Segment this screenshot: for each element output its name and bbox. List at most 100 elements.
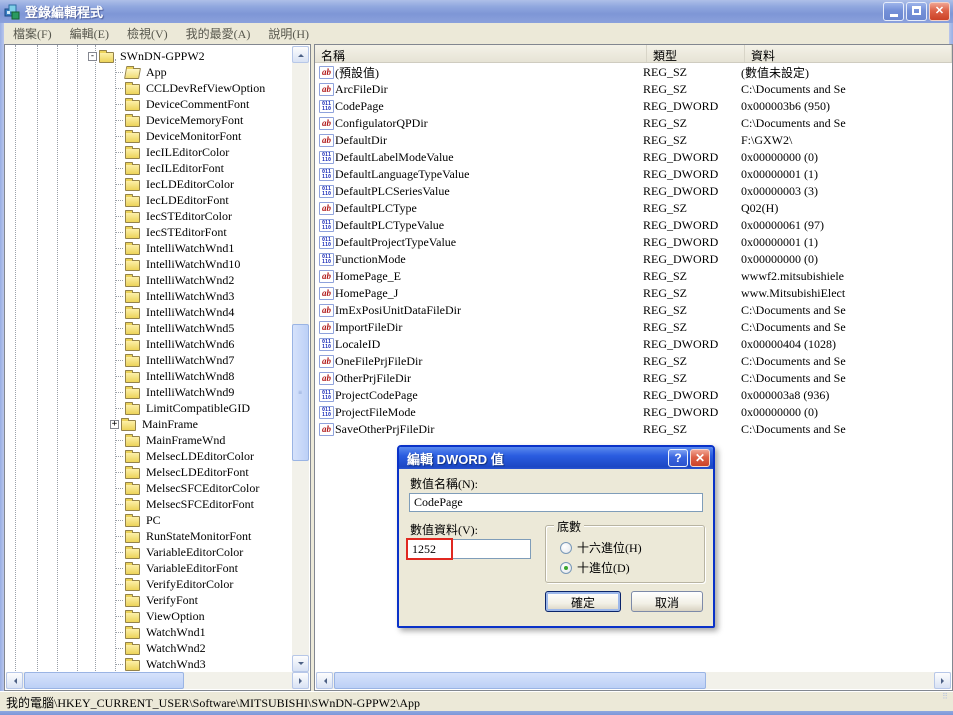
menu-item-1[interactable]: 檔案(F) [4, 23, 61, 44]
menu-item-3[interactable]: 檢視(V) [118, 23, 177, 44]
tree-item[interactable]: IntelliWatchWnd3 [5, 288, 292, 304]
registry-value-row[interactable]: abDefaultDirREG_SZF:\GXW2\ [315, 132, 952, 149]
hscroll-thumb[interactable] [24, 672, 184, 689]
menu-item-4[interactable]: 我的最愛(A) [177, 23, 260, 44]
registry-value-row[interactable]: 011110ProjectFileModeREG_DWORD0x00000000… [315, 404, 952, 421]
tree-item[interactable]: IecILEditorFont [5, 160, 292, 176]
collapse-icon[interactable]: - [88, 52, 97, 61]
tree-item[interactable]: VerifyEditorColor [5, 576, 292, 592]
registry-value-row[interactable]: ab(預設值)REG_SZ(數值未設定) [315, 64, 952, 81]
close-button[interactable]: ✕ [929, 2, 950, 21]
registry-value-row[interactable]: abHomePage_EREG_SZwwwf2.mitsubishiele [315, 268, 952, 285]
radio-decimal[interactable]: 十進位(D) [560, 559, 630, 576]
list-hscrollbar[interactable] [316, 672, 951, 689]
vscroll-thumb[interactable]: ≡ [292, 324, 309, 461]
scroll-left-button[interactable] [316, 672, 333, 689]
radio-selected-icon[interactable] [560, 562, 572, 574]
tree-item[interactable]: MelsecSFCEditorFont [5, 496, 292, 512]
tree-item[interactable]: IntelliWatchWnd4 [5, 304, 292, 320]
menu-item-5[interactable]: 說明(H) [259, 23, 318, 44]
tree-item[interactable]: IntelliWatchWnd7 [5, 352, 292, 368]
tree-item[interactable]: MelsecLDEditorFont [5, 464, 292, 480]
registry-value-row[interactable]: 011110FunctionModeREG_DWORD0x00000000 (0… [315, 251, 952, 268]
scroll-right-button[interactable] [934, 672, 951, 689]
minimize-button[interactable] [883, 2, 904, 21]
tree-item[interactable]: CCLDevRefViewOption [5, 80, 292, 96]
tree-item[interactable]: IecILEditorColor [5, 144, 292, 160]
tree-item[interactable]: +MainFrame [5, 416, 292, 432]
tree-item[interactable]: MainFrameWnd [5, 432, 292, 448]
tree-item[interactable]: VerifyFont [5, 592, 292, 608]
tree-item[interactable]: WatchWnd3 [5, 656, 292, 672]
menu-item-2[interactable]: 編輯(E) [61, 23, 118, 44]
tree-item[interactable]: IecLDEditorFont [5, 192, 292, 208]
scroll-down-button[interactable] [292, 655, 309, 672]
ok-button[interactable]: 確定 [545, 591, 621, 612]
value-data: 0x00000404 (1028) [741, 337, 952, 352]
tree-item[interactable]: LimitCompatibleGID [5, 400, 292, 416]
tree-item[interactable]: MelsecLDEditorColor [5, 448, 292, 464]
registry-value-row[interactable]: 011110DefaultLanguageTypeValueREG_DWORD0… [315, 166, 952, 183]
tree-item[interactable]: DeviceMemoryFont [5, 112, 292, 128]
registry-value-row[interactable]: abImExPosiUnitDataFileDirREG_SZC:\Docume… [315, 302, 952, 319]
registry-value-row[interactable]: 011110DefaultPLCSeriesValueREG_DWORD0x00… [315, 183, 952, 200]
registry-value-row[interactable]: abSaveOtherPrjFileDirREG_SZC:\Documents … [315, 421, 952, 438]
tree-item[interactable]: IecLDEditorColor [5, 176, 292, 192]
registry-value-row[interactable]: 011110ProjectCodePageREG_DWORD0x000003a8… [315, 387, 952, 404]
scroll-right-button[interactable] [292, 672, 309, 689]
tree-item[interactable]: IntelliWatchWnd6 [5, 336, 292, 352]
tree-item[interactable]: VariableEditorColor [5, 544, 292, 560]
registry-value-row[interactable]: 011110DefaultProjectTypeValueREG_DWORD0x… [315, 234, 952, 251]
column-header-data[interactable]: 資料 [745, 45, 952, 62]
tree-item[interactable]: PC [5, 512, 292, 528]
tree-item[interactable]: IntelliWatchWnd9 [5, 384, 292, 400]
cancel-button[interactable]: 取消 [631, 591, 703, 612]
tree-item[interactable]: DeviceCommentFont [5, 96, 292, 112]
scroll-up-button[interactable] [292, 46, 309, 63]
registry-value-row[interactable]: 011110DefaultPLCTypeValueREG_DWORD0x0000… [315, 217, 952, 234]
tree-item[interactable]: IntelliWatchWnd8 [5, 368, 292, 384]
tree-hscrollbar[interactable] [6, 672, 309, 689]
tree-item[interactable]: ViewOption [5, 608, 292, 624]
dialog-close-button[interactable]: ✕ [690, 449, 710, 467]
scroll-left-button[interactable] [6, 672, 23, 689]
registry-value-row[interactable]: 011110DefaultLabelModeValueREG_DWORD0x00… [315, 149, 952, 166]
tree-item[interactable]: RunStateMonitorFont [5, 528, 292, 544]
tree-vscrollbar[interactable]: ≡ [292, 46, 309, 672]
tree-item[interactable]: IecSTEditorFont [5, 224, 292, 240]
registry-value-row[interactable]: 011110CodePageREG_DWORD0x000003b6 (950) [315, 98, 952, 115]
tree-item[interactable]: IntelliWatchWnd10 [5, 256, 292, 272]
column-header-type[interactable]: 類型 [647, 45, 745, 62]
value-name-field[interactable]: CodePage [409, 493, 703, 512]
value-name: CodePage [335, 99, 643, 114]
registry-value-row[interactable]: abConfigulatorQPDirREG_SZC:\Documents an… [315, 115, 952, 132]
registry-value-row[interactable]: abImportFileDirREG_SZC:\Documents and Se [315, 319, 952, 336]
hscroll-thumb[interactable] [334, 672, 706, 689]
value-data-input[interactable]: 1252 [407, 539, 531, 559]
tree-item[interactable]: IntelliWatchWnd1 [5, 240, 292, 256]
tree-item[interactable]: IecSTEditorColor [5, 208, 292, 224]
dialog-title: 編輯 DWORD 值 [407, 449, 504, 468]
radio-icon[interactable] [560, 542, 572, 554]
dialog-help-button[interactable]: ? [668, 449, 688, 467]
registry-value-row[interactable]: abOtherPrjFileDirREG_SZC:\Documents and … [315, 370, 952, 387]
tree-item[interactable]: IntelliWatchWnd2 [5, 272, 292, 288]
registry-value-row[interactable]: 011110LocaleIDREG_DWORD0x00000404 (1028) [315, 336, 952, 353]
registry-value-row[interactable]: abOneFilePrjFileDirREG_SZC:\Documents an… [315, 353, 952, 370]
registry-value-row[interactable]: abArcFileDirREG_SZC:\Documents and Se [315, 81, 952, 98]
tree-item[interactable]: IntelliWatchWnd5 [5, 320, 292, 336]
resize-grip-icon[interactable]: ⠿ [942, 694, 948, 699]
tree-item[interactable]: VariableEditorFont [5, 560, 292, 576]
tree-item[interactable]: WatchWnd2 [5, 640, 292, 656]
maximize-button[interactable] [906, 2, 927, 21]
expand-icon[interactable]: + [110, 420, 119, 429]
tree-item[interactable]: WatchWnd1 [5, 624, 292, 640]
radio-hexadecimal[interactable]: 十六進位(H) [560, 539, 642, 556]
column-header-name[interactable]: 名稱 [315, 45, 647, 62]
tree-item[interactable]: -SWnDN-GPPW2 [5, 48, 292, 64]
tree-item[interactable]: DeviceMonitorFont [5, 128, 292, 144]
registry-value-row[interactable]: abDefaultPLCTypeREG_SZQ02(H) [315, 200, 952, 217]
tree-item[interactable]: MelsecSFCEditorColor [5, 480, 292, 496]
registry-value-row[interactable]: abHomePage_JREG_SZwww.MitsubishiElect [315, 285, 952, 302]
tree-item[interactable]: App [5, 64, 292, 80]
